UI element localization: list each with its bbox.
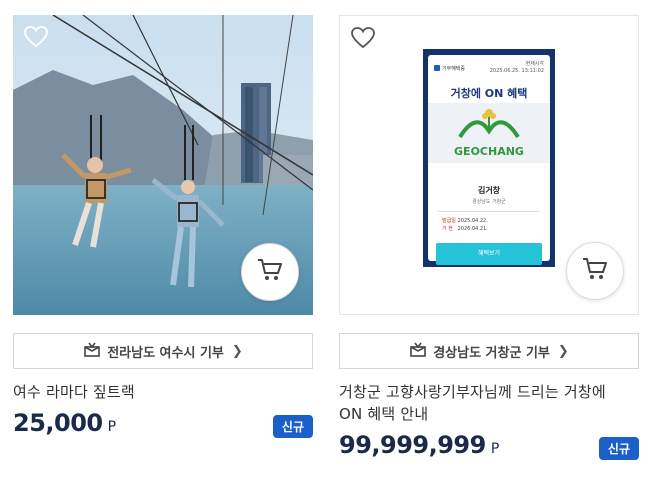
gift-box-icon <box>409 341 427 361</box>
ticket-body: 기부혜택증 현재시각 2025.06.25. 13:11:02 거창에 ON 혜… <box>428 55 550 265</box>
ticket-timestamp: 현재시각 2025.06.25. 13:11:02 <box>490 61 544 75</box>
donate-label: 경상남도 거창군 기부 <box>433 345 550 361</box>
chevron-right-icon: ❯ <box>557 343 569 359</box>
product-title-line1: 거창군 고향사랑기부자님께 드리는 거창에 <box>339 383 606 401</box>
donate-region-button[interactable]: 전라남도 여수시 기부 ❯ <box>13 333 313 369</box>
price-unit: P <box>490 441 500 457</box>
price-row: 99,999,999 P 신규 <box>339 431 639 463</box>
ticket-headline: 거창에 ON 혜택 <box>450 87 528 100</box>
issued-time: 2025.06.25. 13:11:02 <box>489 68 544 74</box>
view-benefit-button: 혜택보기 <box>436 243 542 265</box>
gift-box-icon <box>83 341 101 361</box>
price-value: 99,999,999 <box>339 431 486 459</box>
product-title[interactable]: 여수 라마다 짚트랙 <box>13 381 313 403</box>
favorite-heart-icon[interactable] <box>23 25 49 49</box>
ticket-brand-text: 기부혜택증 <box>442 65 466 72</box>
expire-date: 2026.04.21. <box>457 226 488 232</box>
expire-key: 기 한 <box>442 226 453 232</box>
chevron-right-icon: ❯ <box>231 343 243 359</box>
donate-label: 전라남도 여수시 기부 <box>107 345 224 361</box>
ticket-header: 기부혜택증 현재시각 2025.06.25. 13:11:02 <box>428 55 550 75</box>
issue-date: 2025.04.22. <box>457 218 488 224</box>
logo-text: GEOCHANG <box>454 145 524 158</box>
cart-icon <box>581 256 609 286</box>
geochang-logo: GEOCHANG <box>428 103 550 163</box>
price-row: 25,000 P 신규 <box>13 409 313 441</box>
brand-logo-icon <box>434 65 440 71</box>
product-image[interactable]: 기부혜택증 현재시각 2025.06.25. 13:11:02 거창에 ON 혜… <box>339 15 639 315</box>
add-to-cart-button[interactable] <box>241 243 299 301</box>
favorite-heart-icon[interactable] <box>350 26 376 50</box>
product-title[interactable]: 거창군 고향사랑기부자님께 드리는 거창에 ON 혜택 안내 <box>339 381 639 425</box>
product-card-geochang[interactable]: 기부혜택증 현재시각 2025.06.25. 13:11:02 거창에 ON 혜… <box>339 15 639 463</box>
price-value: 25,000 <box>13 409 103 437</box>
issued-label: 현재시각 <box>525 61 544 67</box>
benefit-ticket: 기부혜택증 현재시각 2025.06.25. 13:11:02 거창에 ON 혜… <box>423 49 555 267</box>
price-unit: P <box>107 419 117 435</box>
add-to-cart-button[interactable] <box>566 242 624 300</box>
holder-address: 경상남도 거창군 <box>472 199 506 205</box>
ticket-dates: 발급일 2025.04.22. 기 한 2026.04.21. <box>442 217 488 233</box>
ticket-brand: 기부혜택증 <box>434 61 465 75</box>
product-title-line2: ON 혜택 안내 <box>339 405 429 423</box>
issue-key: 발급일 <box>442 218 456 224</box>
new-badge: 신규 <box>272 415 313 438</box>
donate-region-button[interactable]: 경상남도 거창군 기부 ❯ <box>339 333 639 369</box>
cart-icon <box>256 257 284 287</box>
product-card-yeosu[interactable]: 전라남도 여수시 기부 ❯ 여수 라마다 짚트랙 25,000 P 신규 <box>13 15 313 441</box>
holder-name: 김거창 <box>477 186 501 195</box>
ticket-divider <box>438 211 540 212</box>
new-badge: 신규 <box>598 437 639 460</box>
product-image[interactable] <box>13 15 313 315</box>
